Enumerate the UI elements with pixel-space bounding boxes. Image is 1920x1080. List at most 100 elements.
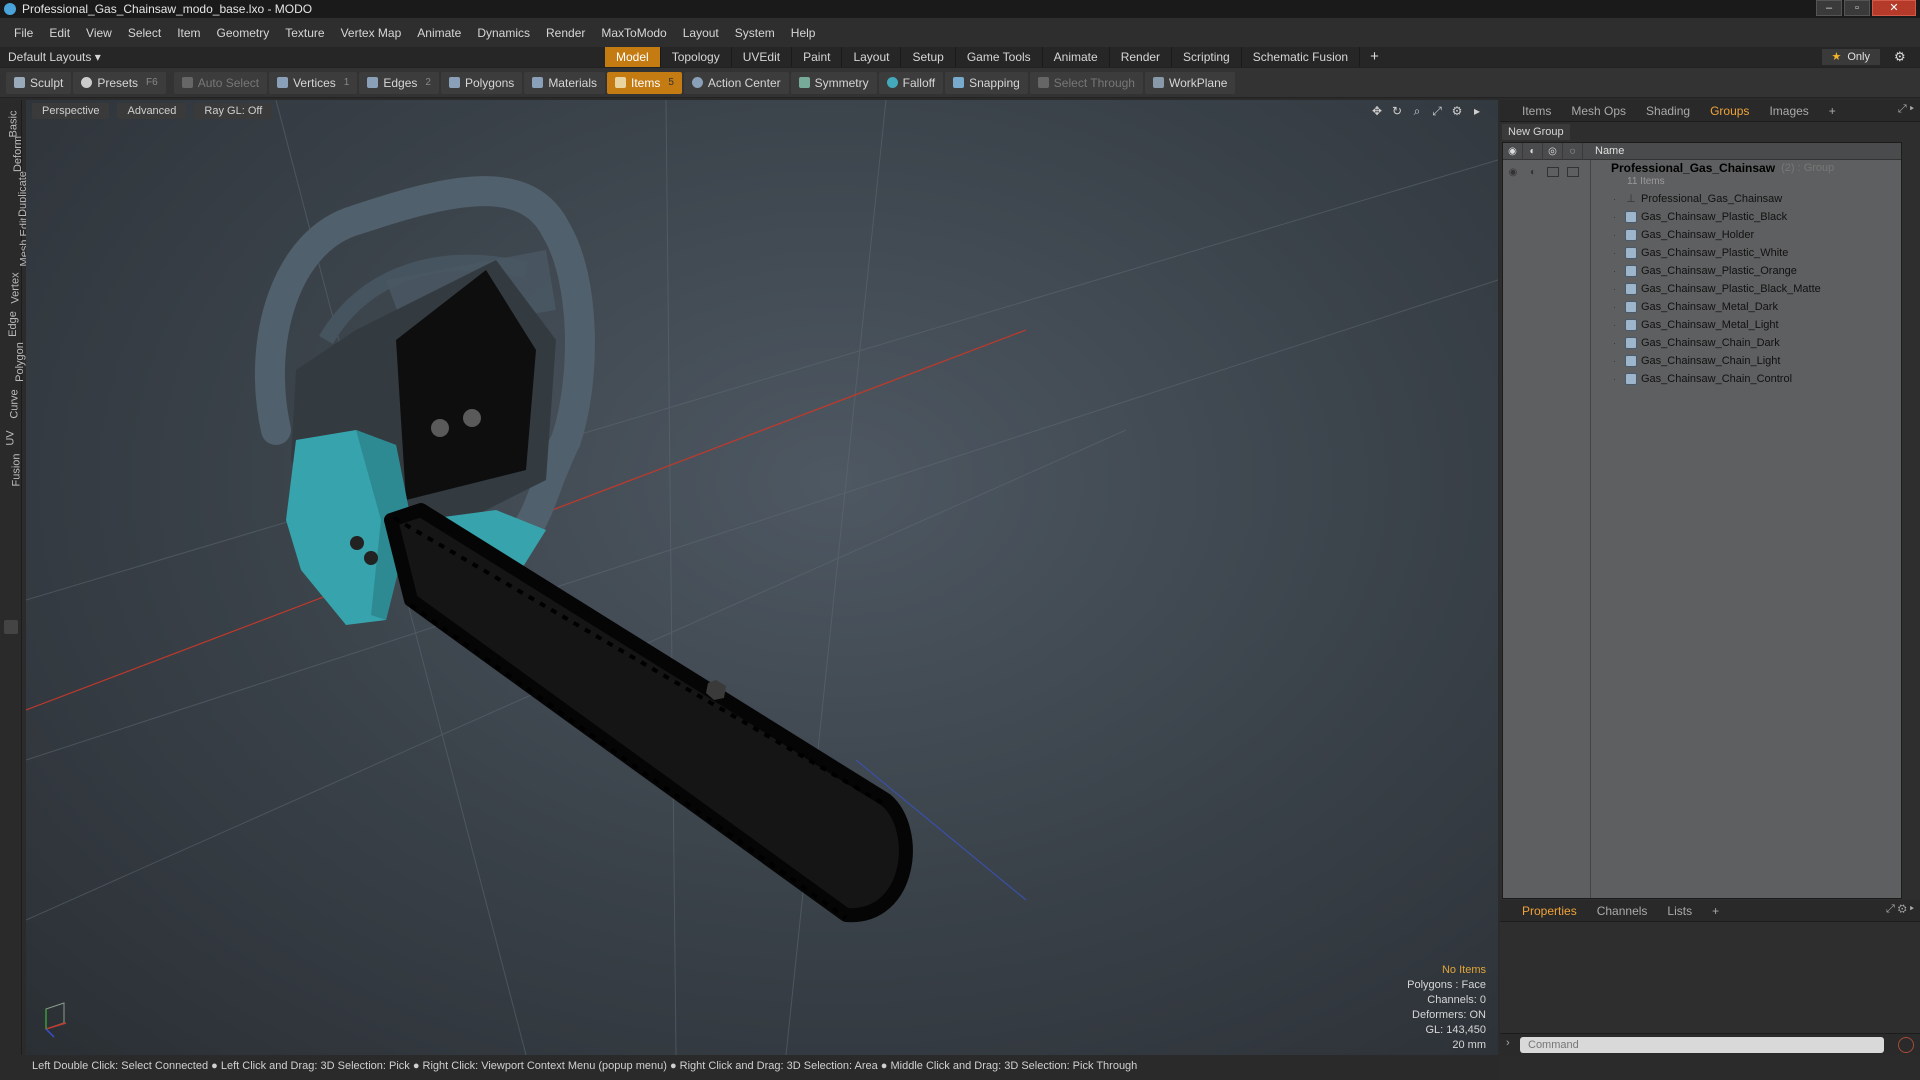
edges-button[interactable]: Edges 2 bbox=[359, 71, 439, 94]
group-item-row[interactable]: · Gas_Chainsaw_Chain_Light bbox=[1591, 352, 1901, 370]
group-item-row[interactable]: · Gas_Chainsaw_Plastic_White bbox=[1591, 244, 1901, 262]
props-expand-icon[interactable]: ⤢ ⚙ ▸ bbox=[1886, 903, 1914, 916]
props-tab-lists[interactable]: Lists bbox=[1657, 900, 1702, 922]
menu-help[interactable]: Help bbox=[783, 26, 824, 40]
group-item-row[interactable]: · Gas_Chainsaw_Metal_Dark bbox=[1591, 298, 1901, 316]
menu-item[interactable]: Item bbox=[169, 26, 208, 40]
pan-icon[interactable]: ✥ bbox=[1370, 104, 1384, 118]
new-group-button[interactable]: New Group bbox=[1502, 124, 1570, 140]
tab-paint[interactable]: Paint bbox=[792, 47, 843, 67]
snapping-button[interactable]: Snapping bbox=[945, 71, 1028, 94]
advanced-button[interactable]: Advanced bbox=[117, 103, 187, 119]
tab-layout[interactable]: Layout bbox=[842, 47, 902, 67]
group-render-icon[interactable]: ◐ bbox=[1523, 167, 1543, 178]
tab-animate[interactable]: Animate bbox=[1043, 47, 1110, 67]
menu-file[interactable]: File bbox=[6, 26, 41, 40]
menu-render[interactable]: Render bbox=[538, 26, 593, 40]
left-tab-vertex[interactable]: Vertex bbox=[0, 268, 22, 308]
tab-model[interactable]: Model bbox=[605, 47, 661, 67]
tab-topology[interactable]: Topology bbox=[661, 47, 732, 67]
menu-view[interactable]: View bbox=[78, 26, 120, 40]
polygons-button[interactable]: Polygons bbox=[440, 71, 523, 94]
panel-toggle-button[interactable] bbox=[4, 620, 18, 634]
menu-texture[interactable]: Texture bbox=[277, 26, 332, 40]
gear-icon[interactable]: ⚙ bbox=[1894, 49, 1910, 65]
group-item-row[interactable]: · Gas_Chainsaw_Holder bbox=[1591, 226, 1901, 244]
menu-vertex-map[interactable]: Vertex Map bbox=[333, 26, 410, 40]
add-layout-tab-button[interactable]: + bbox=[1360, 47, 1389, 67]
fit-icon[interactable]: ⤢ bbox=[1430, 104, 1444, 118]
left-tab-deform[interactable]: Deform bbox=[0, 134, 24, 174]
panel-tab-items[interactable]: Items bbox=[1512, 100, 1561, 122]
left-tab-mesh-edit[interactable]: Mesh Edit bbox=[0, 218, 30, 267]
symmetry-button[interactable]: Symmetry bbox=[790, 71, 877, 94]
group-lock-checkbox[interactable] bbox=[1547, 167, 1559, 177]
falloff-button[interactable]: Falloff bbox=[878, 71, 944, 94]
tab-scripting[interactable]: Scripting bbox=[1172, 47, 1242, 67]
menu-system[interactable]: System bbox=[727, 26, 783, 40]
group-item-row[interactable]: · Gas_Chainsaw_Chain_Dark bbox=[1591, 334, 1901, 352]
left-tab-fusion[interactable]: Fusion bbox=[0, 450, 23, 490]
minimize-button[interactable]: – bbox=[1816, 0, 1842, 16]
left-tab-polygon[interactable]: Polygon bbox=[0, 342, 26, 382]
group-visibility-icon[interactable]: ◉ bbox=[1503, 167, 1523, 178]
menu-layout[interactable]: Layout bbox=[675, 26, 727, 40]
command-history-icon[interactable] bbox=[1898, 1037, 1914, 1053]
tab-uvedit[interactable]: UVEdit bbox=[732, 47, 793, 67]
tab-game-tools[interactable]: Game Tools bbox=[956, 47, 1043, 67]
panel-tab-mesh-ops[interactable]: Mesh Ops bbox=[1561, 100, 1636, 122]
close-button[interactable]: ✕ bbox=[1872, 0, 1916, 16]
render-column-icon[interactable]: ◐ bbox=[1523, 142, 1543, 160]
menu-dynamics[interactable]: Dynamics bbox=[469, 26, 538, 40]
menu-geometry[interactable]: Geometry bbox=[209, 26, 278, 40]
workplane-button[interactable]: WorkPlane bbox=[1144, 71, 1236, 94]
panel-tab-groups[interactable]: Groups bbox=[1700, 100, 1759, 122]
panel-expand-icon[interactable]: ⤢ ▸ bbox=[1898, 103, 1914, 116]
menu-select[interactable]: Select bbox=[120, 26, 169, 40]
materials-button[interactable]: Materials bbox=[524, 71, 605, 94]
auto-select-button[interactable]: Auto Select bbox=[173, 71, 268, 94]
command-input[interactable]: Command bbox=[1520, 1037, 1884, 1053]
group-row[interactable]: Professional_Gas_Chainsaw (2) : Group bbox=[1591, 160, 1901, 176]
left-tab-edge[interactable]: Edge bbox=[0, 304, 22, 344]
add-tab-button[interactable]: + bbox=[1819, 100, 1846, 122]
add-props-tab-button[interactable]: + bbox=[1702, 900, 1729, 922]
props-tab-channels[interactable]: Channels bbox=[1587, 900, 1658, 922]
raygl-button[interactable]: Ray GL: Off bbox=[194, 103, 273, 119]
viewport-menu-icon[interactable]: ▸ bbox=[1470, 104, 1484, 118]
presets-button[interactable]: Presets F6 bbox=[73, 71, 166, 94]
left-tab-duplicate[interactable]: Duplicate bbox=[0, 171, 29, 217]
action-center-button[interactable]: Action Center bbox=[683, 71, 789, 94]
group-item-row[interactable]: · Gas_Chainsaw_Plastic_Orange bbox=[1591, 262, 1901, 280]
tab-render[interactable]: Render bbox=[1110, 47, 1173, 67]
group-item-row[interactable]: · ⊥ Professional_Gas_Chainsaw bbox=[1591, 190, 1901, 208]
tab-schematic-fusion[interactable]: Schematic Fusion bbox=[1242, 47, 1361, 67]
visibility-column-icon[interactable]: ◉ bbox=[1503, 142, 1523, 160]
group-item-row[interactable]: · Gas_Chainsaw_Plastic_Black_Matte bbox=[1591, 280, 1901, 298]
menu-animate[interactable]: Animate bbox=[409, 26, 469, 40]
group-item-row[interactable]: · Gas_Chainsaw_Metal_Light bbox=[1591, 316, 1901, 334]
3d-viewport[interactable]: Perspective Advanced Ray GL: Off ✥ ↻ ⌕ ⤢… bbox=[26, 100, 1498, 1055]
vertices-button[interactable]: Vertices 1 bbox=[269, 71, 358, 94]
maximize-button[interactable]: ▫ bbox=[1844, 0, 1870, 16]
tab-setup[interactable]: Setup bbox=[901, 47, 956, 67]
select-through-button[interactable]: Select Through bbox=[1029, 71, 1143, 94]
zoom-icon[interactable]: ⌕ bbox=[1410, 104, 1424, 118]
only-toggle[interactable]: ★ Only bbox=[1821, 49, 1880, 65]
menu-edit[interactable]: Edit bbox=[41, 26, 78, 40]
group-select-checkbox[interactable] bbox=[1567, 167, 1579, 177]
menu-maxtomodo[interactable]: MaxToModo bbox=[593, 26, 674, 40]
sculpt-button[interactable]: Sculpt bbox=[6, 71, 72, 94]
perspective-button[interactable]: Perspective bbox=[32, 103, 110, 119]
select-column-icon[interactable]: ◌ bbox=[1563, 142, 1583, 160]
props-tab-properties[interactable]: Properties bbox=[1512, 900, 1587, 922]
panel-tab-images[interactable]: Images bbox=[1759, 100, 1818, 122]
rotate-icon[interactable]: ↻ bbox=[1390, 104, 1404, 118]
lock-column-icon[interactable]: ◎ bbox=[1543, 142, 1563, 160]
panel-tab-shading[interactable]: Shading bbox=[1636, 100, 1700, 122]
items-button[interactable]: Items 5 bbox=[607, 71, 682, 94]
viewport-settings-icon[interactable]: ⚙ bbox=[1450, 104, 1464, 118]
group-item-row[interactable]: · Gas_Chainsaw_Chain_Control bbox=[1591, 370, 1901, 388]
default-layouts-dropdown[interactable]: Default Layouts ▾ bbox=[8, 50, 101, 64]
group-item-row[interactable]: · Gas_Chainsaw_Plastic_Black bbox=[1591, 208, 1901, 226]
